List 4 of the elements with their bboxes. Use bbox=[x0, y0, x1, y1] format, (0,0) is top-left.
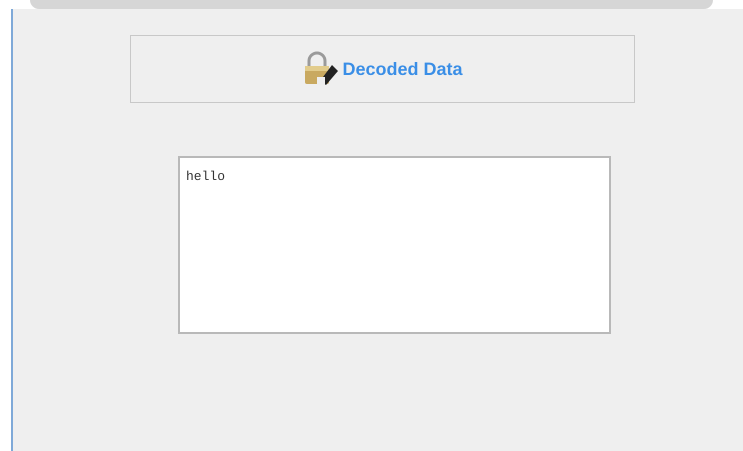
output-text: hello bbox=[186, 169, 226, 184]
output-text-area[interactable]: hello bbox=[178, 156, 611, 334]
padlock-icon bbox=[302, 51, 340, 87]
header-title: Decoded Data bbox=[342, 58, 463, 80]
